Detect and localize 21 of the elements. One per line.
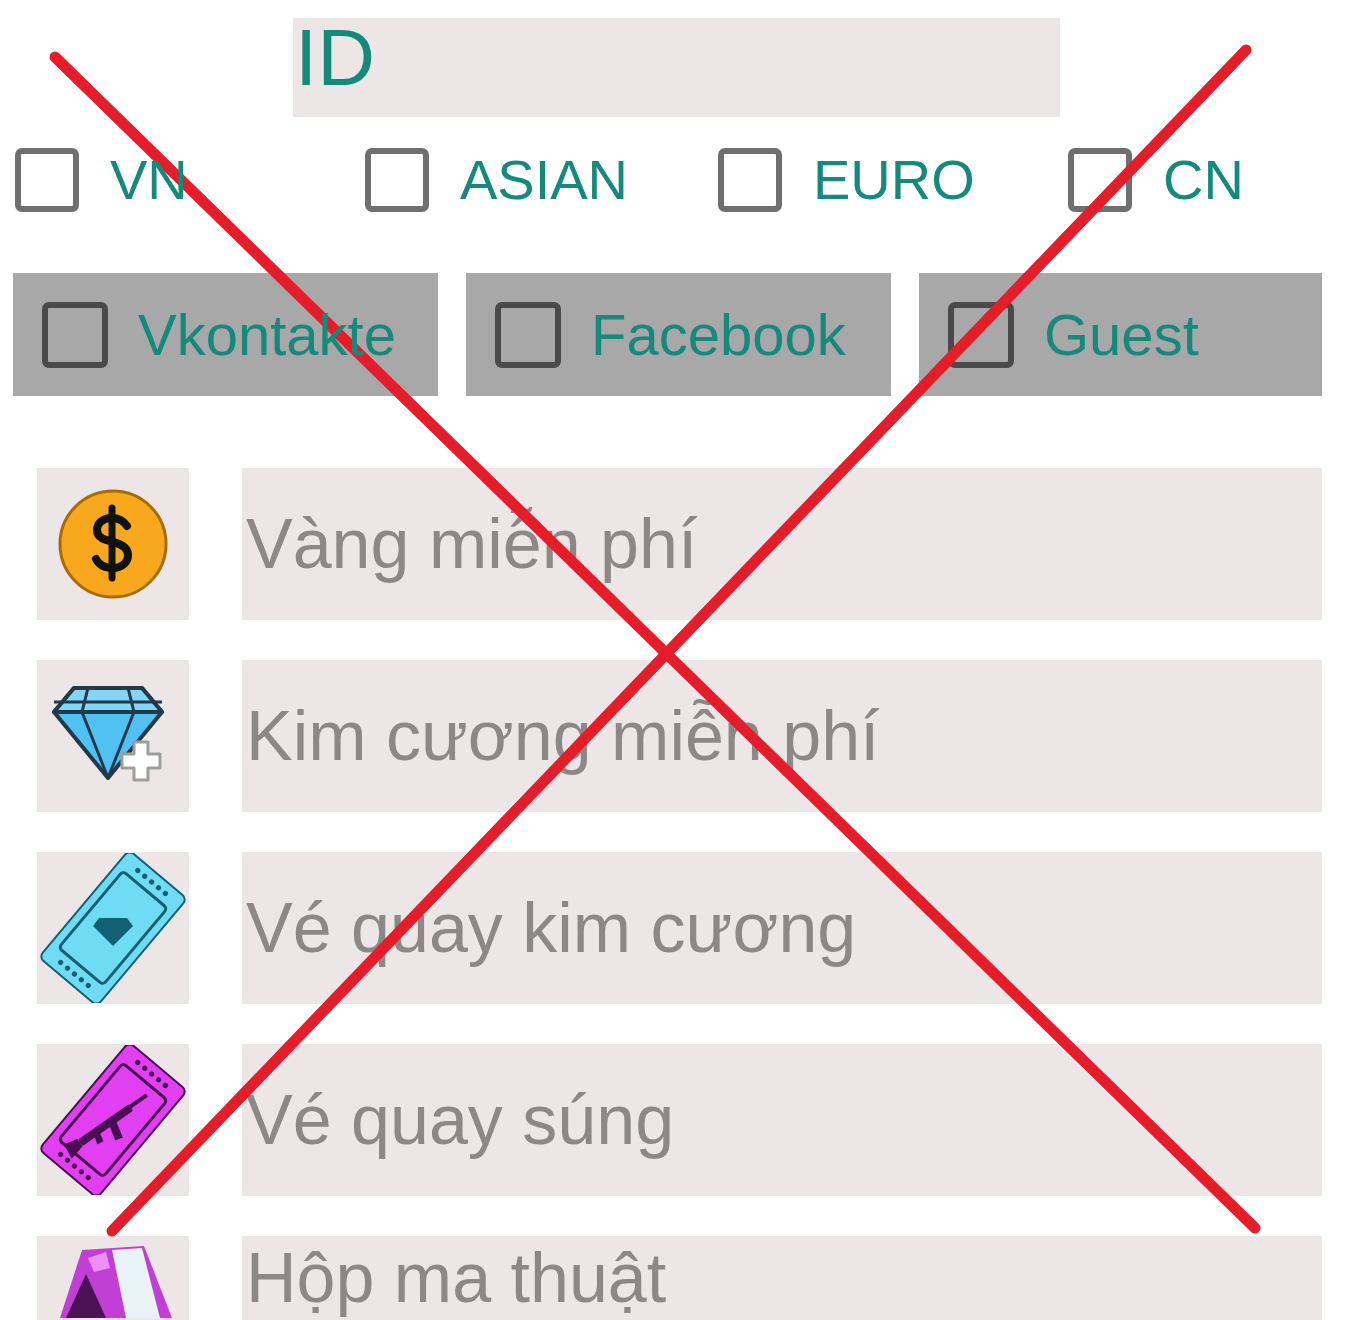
- id-field[interactable]: ID: [293, 18, 1060, 117]
- dollar-coin-icon: [37, 468, 189, 620]
- checkbox[interactable]: [365, 147, 429, 212]
- box-icon: [37, 1236, 189, 1320]
- reward-field[interactable]: Hộp ma thuật: [242, 1236, 1322, 1320]
- diamond-ticket-icon: [37, 852, 189, 1004]
- region-label: CN: [1163, 151, 1244, 208]
- region-label: VN: [110, 151, 188, 208]
- checkbox[interactable]: [15, 147, 79, 212]
- checkbox[interactable]: [1068, 147, 1132, 212]
- rifle-ticket-icon: [37, 1044, 189, 1196]
- checkbox[interactable]: [495, 301, 561, 368]
- checkbox[interactable]: [948, 301, 1014, 368]
- login-option-label: Facebook: [591, 305, 846, 364]
- region-label: EURO: [813, 151, 975, 208]
- checkbox[interactable]: [718, 147, 782, 212]
- diamond-plus-icon: [37, 660, 189, 812]
- region-label: ASIAN: [460, 151, 629, 208]
- checkbox[interactable]: [42, 301, 108, 368]
- reward-field[interactable]: Vé quay súng: [242, 1044, 1322, 1196]
- login-option-label: Guest: [1044, 305, 1199, 364]
